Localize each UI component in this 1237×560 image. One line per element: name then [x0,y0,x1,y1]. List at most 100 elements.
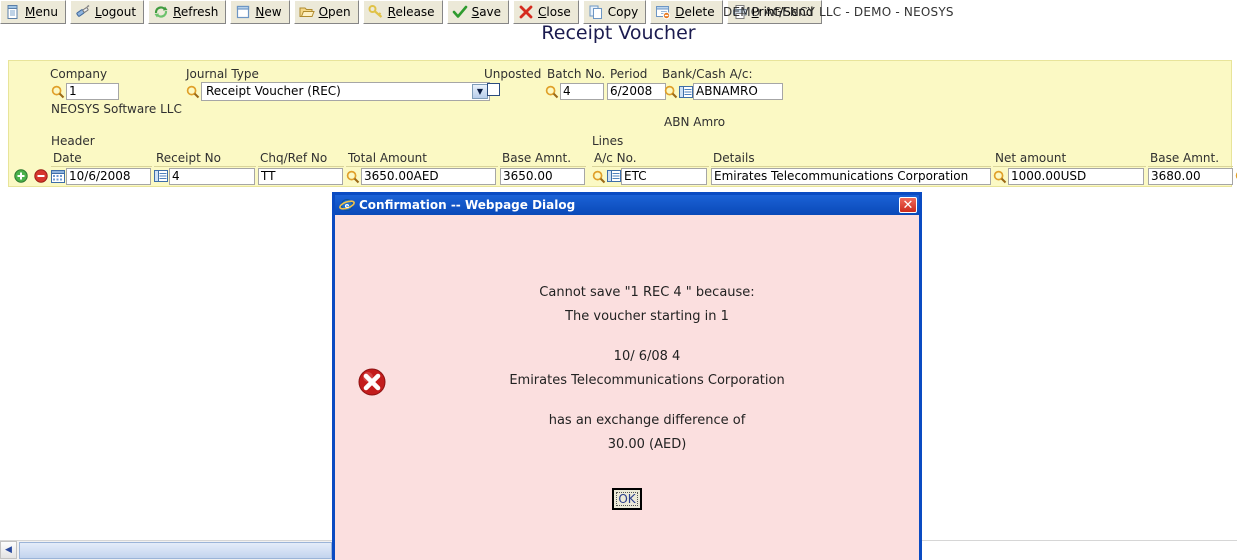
red-x-icon [518,4,534,20]
company-input[interactable]: 1 [66,83,119,100]
voucher-form-panel: Company 1 NEOSYS Software LLC Journal Ty… [8,60,1237,187]
company-title: DEMO AGENCY LLC - DEMO - NEOSYS [723,5,954,19]
dialog-message-line-1: Cannot save "1 REC 4 " because: [539,285,755,300]
svg-text:e: e [345,202,350,210]
col-net-amount: Net amount [993,151,1146,167]
row-receipt-no-input[interactable]: 4 [169,168,255,185]
confirmation-dialog: e Confirmation -- Webpage Dialog ✕ Canno… [333,193,921,560]
dialog-message-gap-2 [383,393,911,409]
scroll-left-arrow-icon[interactable]: ◀ [0,541,17,559]
batch-no-input[interactable]: 4 [560,83,604,100]
add-row-button[interactable] [14,169,28,183]
logout-icon [75,4,91,20]
delete-button[interactable]: Delete [650,0,723,24]
row-date-input[interactable]: 10/6/2008 [66,168,151,185]
unposted-checkbox[interactable] [487,83,500,96]
company-lookup-icon[interactable] [51,85,65,99]
page-title: Receipt Voucher [541,22,696,44]
check-icon [452,4,468,20]
batch-no-label: Batch No. [547,67,606,81]
dialog-body: Cannot save "1 REC 4 " because: The vouc… [335,215,919,560]
col-base-amnt-header: Base Amnt. [500,151,586,167]
ok-button-label: OK [616,492,638,506]
col-receipt-no: Receipt No [154,151,256,167]
new-button[interactable]: New [230,0,290,24]
total-amount-lookup-icon[interactable] [346,170,360,184]
bank-cash-lookup-icon[interactable] [664,85,678,99]
row-chq-ref-no-input[interactable]: TT [258,168,343,185]
delete-button-label: Delete [675,5,715,19]
release-button-label: Release [387,5,435,19]
journal-type-value: Receipt Voucher (REC) [206,84,341,98]
period-label: Period [610,67,648,81]
period-input[interactable]: 6/2008 [607,83,666,100]
internet-explorer-icon: e [339,197,355,213]
row-total-amount-input[interactable]: 3650.00AED [361,168,496,185]
bank-cash-list-icon[interactable] [679,86,693,98]
logout-button[interactable]: Logout [69,0,145,24]
journal-type-lookup-icon[interactable] [186,85,200,99]
row-net-amount-input[interactable]: 1000.00USD [1008,168,1144,185]
release-button[interactable]: Release [362,0,443,24]
col-total-amount: Total Amount [346,151,498,167]
dialog-message-line-7: has an exchange difference of [548,413,746,428]
open-folder-icon [299,4,315,20]
col-date: Date [51,151,152,167]
close-button[interactable]: Close [513,0,579,24]
row-base-amount-header-input[interactable]: 3650.00 [500,168,585,185]
journal-type-label: Journal Type [186,67,259,81]
col-base-amnt-line: Base Amnt. [1148,151,1233,167]
key-icon [368,4,384,20]
dialog-title-bar: e Confirmation -- Webpage Dialog ✕ [335,195,919,215]
ac-no-list-icon[interactable] [607,170,621,182]
new-button-label: New [255,5,282,19]
row-details-input[interactable]: Emirates Telecommunications Corporation [711,168,991,185]
save-button-label: Save [471,5,502,19]
close-icon: ✕ [902,197,914,213]
dialog-message: Cannot save "1 REC 4 " because: The vouc… [383,215,911,457]
bank-cash-name-text: ABN Amro [664,115,726,129]
refresh-icon [153,4,169,20]
net-amount-lookup-icon[interactable] [993,170,1007,184]
copy-button-label: Copy [607,5,639,19]
company-name-text: NEOSYS Software LLC [51,102,182,116]
open-button-label: Open [318,5,351,19]
date-picker-icon[interactable] [51,170,65,183]
new-icon [235,4,251,20]
dialog-close-button[interactable]: ✕ [899,197,917,213]
ok-button[interactable]: OK [612,488,642,510]
menu-button-label: Menu [25,5,58,19]
logout-button-label: Logout [94,5,137,19]
copy-button[interactable]: Copy [582,0,647,24]
row-base-amount-line-input[interactable]: 3680.00 [1148,168,1233,185]
app-root: Menu Logout Refresh New Open Release Sav… [0,0,1237,560]
refresh-button-label: Refresh [173,5,219,19]
journal-type-select[interactable]: Receipt Voucher (REC) ▼ [201,82,490,101]
grid-group-header: Header [51,134,95,148]
col-chq-ref-no: Chq/Ref No [258,151,344,167]
batch-no-lookup-icon[interactable] [545,85,559,99]
save-button[interactable]: Save [446,0,510,24]
dialog-title-text: Confirmation -- Webpage Dialog [359,198,576,212]
col-ac-no: A/c No. [592,151,709,167]
grid-group-lines: Lines [592,134,624,148]
company-label: Company [50,67,108,81]
bank-cash-label: Bank/Cash A/c: [662,67,753,81]
open-button[interactable]: Open [293,0,359,24]
dialog-message-line-8: 30.00 (AED) [607,437,687,452]
dialog-message-line-5: Emirates Telecommunications Corporation [509,373,785,388]
dialog-message-gap-1 [383,329,911,345]
dialog-message-line-4: 10/ 6/08 4 [613,349,681,364]
menu-icon [5,4,21,20]
scrollbar-thumb[interactable] [19,542,332,559]
remove-row-button[interactable] [34,169,48,183]
ac-no-lookup-icon[interactable] [592,170,606,184]
bank-cash-input[interactable]: ABNAMRO [693,83,783,100]
chevron-down-icon[interactable]: ▼ [472,84,488,99]
menu-button[interactable]: Menu [0,0,66,24]
refresh-button[interactable]: Refresh [148,0,227,24]
row-ac-no-input[interactable]: ETC [621,168,707,185]
close-button-label: Close [538,5,571,19]
receipt-no-list-icon[interactable] [154,170,168,182]
col-details: Details [711,151,991,167]
